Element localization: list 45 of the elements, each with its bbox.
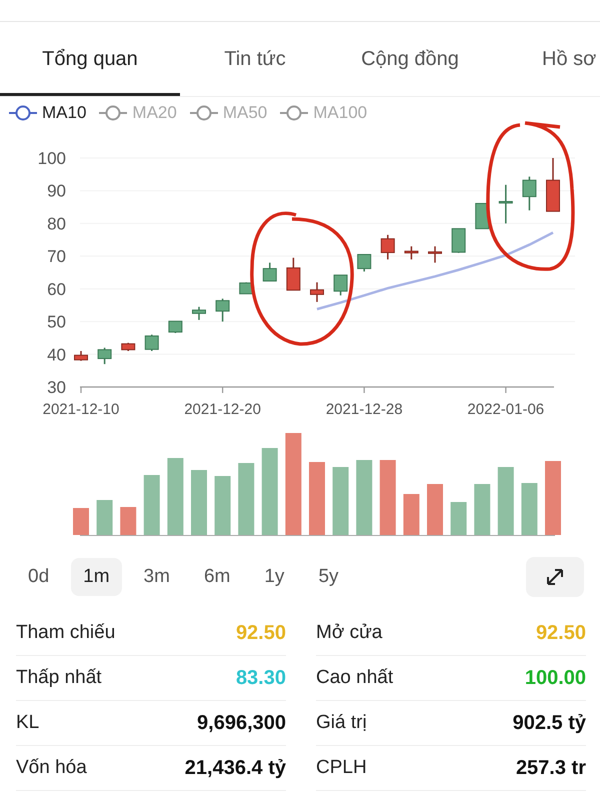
axis-label: 70 xyxy=(47,247,66,266)
line-circle-icon xyxy=(98,105,128,121)
stat-label: Mở cửa xyxy=(316,622,382,644)
stat-value: 100.00 xyxy=(524,666,586,690)
legend-item[interactable]: MA10 xyxy=(8,101,86,125)
stat-label: Vốn hóa xyxy=(16,757,87,779)
stat-label: CPLH xyxy=(316,757,367,779)
stat-value: 92.50 xyxy=(536,622,586,644)
range-button[interactable]: 0d xyxy=(16,558,62,596)
tab[interactable]: Tin tức xyxy=(180,22,330,96)
tab[interactable]: Hồ sơ xyxy=(490,22,596,96)
axis-label: 40 xyxy=(47,345,66,364)
tab[interactable]: Cộng đồng xyxy=(330,22,490,96)
axis-label: 50 xyxy=(47,312,66,332)
stat-label: Giá trị xyxy=(316,712,367,734)
range-button[interactable]: 3m xyxy=(132,558,182,596)
axis-label: 2021-12-28 xyxy=(326,401,403,418)
stat-value: 257.3 tr xyxy=(516,756,586,780)
stat-label: Tham chiếu xyxy=(16,622,116,644)
range-button[interactable]: 5y xyxy=(306,558,351,596)
stat-label: KL xyxy=(16,712,40,734)
tab[interactable]: Tổng quan xyxy=(0,22,180,96)
axis-label: 80 xyxy=(47,214,66,234)
axis-label: 60 xyxy=(47,280,66,299)
axis-label: 30 xyxy=(47,378,66,397)
stat-value: 83.30 xyxy=(236,666,286,690)
stat-value: 902.5 tỷ xyxy=(512,712,586,734)
stat-value: 92.50 xyxy=(236,622,286,644)
line-circle-icon xyxy=(8,105,38,121)
diagonal-arrow-icon xyxy=(544,566,566,588)
stat-value: 9,696,300 xyxy=(197,712,286,734)
stat-label: Cao nhất xyxy=(316,667,394,689)
axis-label: 2021-12-20 xyxy=(184,401,261,418)
stat-value: 21,436.4 tỷ xyxy=(184,756,286,780)
expand-button[interactable] xyxy=(526,557,584,597)
axis-label: 90 xyxy=(47,182,66,201)
line-circle-icon xyxy=(279,105,310,121)
stat-label: Thấp nhất xyxy=(16,667,102,689)
range-button[interactable]: 1m xyxy=(71,558,122,596)
axis-label: 2022-01-06 xyxy=(467,401,544,418)
range-button[interactable]: 1y xyxy=(252,558,296,596)
range-button[interactable]: 6m xyxy=(192,558,242,596)
axis-label: 2021-12-10 xyxy=(42,401,120,418)
axis-label: 100 xyxy=(38,149,66,168)
line-circle-icon xyxy=(188,105,219,121)
